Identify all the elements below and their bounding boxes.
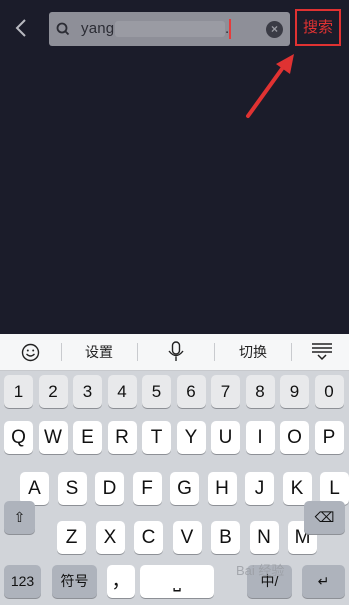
key-0[interactable]: 0 <box>314 375 344 408</box>
divider <box>137 343 138 361</box>
key-5[interactable]: 5 <box>142 375 171 408</box>
key-f[interactable]: F <box>132 472 162 505</box>
key-s[interactable]: S <box>57 472 87 505</box>
key-v[interactable]: V <box>172 521 202 554</box>
space-key[interactable]: ⎵ <box>140 565 214 598</box>
key-n[interactable]: N <box>249 521 279 554</box>
key-j[interactable]: J <box>245 472 274 505</box>
search-button[interactable]: 搜索 <box>295 9 341 46</box>
microphone-icon[interactable] <box>167 341 185 363</box>
annotation-arrow-icon <box>246 54 294 118</box>
settings-button[interactable]: 设置 <box>74 334 124 370</box>
symbols-key[interactable]: 符号 <box>52 565 97 598</box>
key-q[interactable]: Q <box>4 421 33 454</box>
key-h[interactable]: H <box>207 472 237 505</box>
keyboard: 设置 切换 1234567890 QWERTYUIOP ASDFGHJKL ZX… <box>0 334 349 605</box>
key-r[interactable]: R <box>107 421 137 454</box>
divider <box>61 343 62 361</box>
search-input[interactable]: yang . × <box>49 12 290 46</box>
backspace-key[interactable]: ⌫ <box>304 501 345 534</box>
search-icon <box>56 22 70 36</box>
redacted-text <box>115 21 225 37</box>
text-cursor <box>229 19 231 39</box>
key-t[interactable]: T <box>142 421 171 454</box>
key-4[interactable]: 4 <box>107 375 137 408</box>
key-w[interactable]: W <box>38 421 68 454</box>
shift-key[interactable]: ⇧ <box>4 501 35 534</box>
key-8[interactable]: 8 <box>245 375 275 408</box>
divider <box>291 343 292 361</box>
key-k[interactable]: K <box>282 472 312 505</box>
numbers-mode-key[interactable]: 123 <box>4 565 41 598</box>
clear-icon[interactable]: × <box>266 21 283 38</box>
key-p[interactable]: P <box>314 421 344 454</box>
divider <box>214 343 215 361</box>
key-u[interactable]: U <box>211 421 240 454</box>
watermark: Bai 经验 <box>236 563 285 578</box>
comma-key[interactable]: ， <box>107 565 135 598</box>
key-d[interactable]: D <box>95 472 124 505</box>
switch-button[interactable]: 切换 <box>228 334 278 370</box>
key-c[interactable]: C <box>134 521 163 554</box>
key-1[interactable]: 1 <box>4 375 33 408</box>
key-b[interactable]: B <box>211 521 240 554</box>
key-x[interactable]: X <box>95 521 125 554</box>
return-key[interactable]: ↵ <box>302 565 345 598</box>
key-e[interactable]: E <box>73 421 102 454</box>
emoji-icon[interactable] <box>21 343 40 362</box>
key-9[interactable]: 9 <box>280 375 309 408</box>
key-o[interactable]: O <box>280 421 309 454</box>
back-arrow-icon[interactable] <box>11 14 33 42</box>
key-i[interactable]: I <box>245 421 275 454</box>
search-query-text: yang <box>81 20 115 37</box>
hide-keyboard-icon[interactable] <box>311 342 333 362</box>
search-bar-area: yang . × 搜索 <box>0 0 349 56</box>
keyboard-toolbar: 设置 切换 <box>0 334 349 371</box>
key-y[interactable]: Y <box>176 421 206 454</box>
key-2[interactable]: 2 <box>38 375 68 408</box>
key-3[interactable]: 3 <box>73 375 102 408</box>
key-z[interactable]: Z <box>57 521 86 554</box>
key-7[interactable]: 7 <box>211 375 240 408</box>
key-6[interactable]: 6 <box>176 375 206 408</box>
key-g[interactable]: G <box>170 472 199 505</box>
